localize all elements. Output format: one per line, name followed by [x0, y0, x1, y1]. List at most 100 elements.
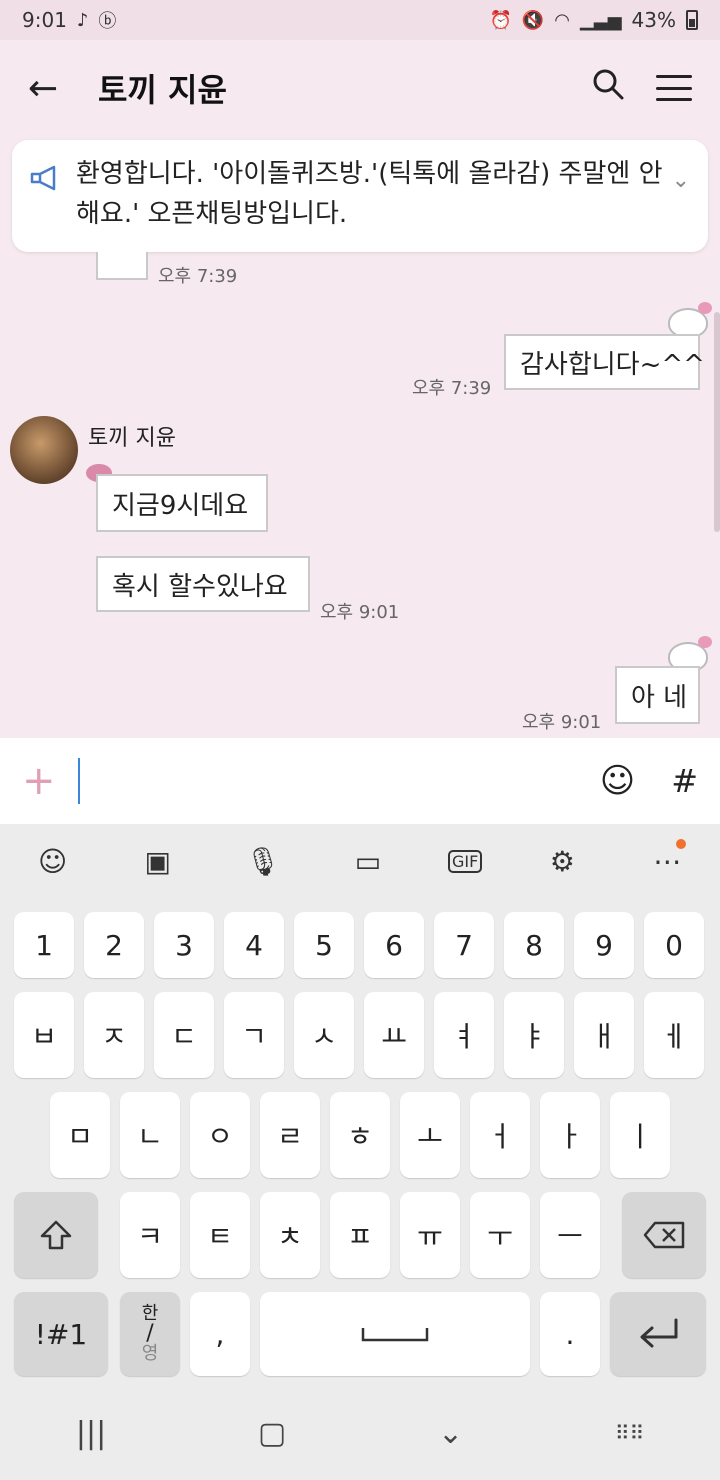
key-jamo[interactable]: ㅠ — [400, 1192, 460, 1278]
key-3[interactable]: 3 — [154, 912, 214, 978]
app-b-icon: ⓑ — [98, 11, 117, 32]
key-jamo[interactable]: ㅔ — [644, 992, 704, 1078]
battery-percent: 43% — [631, 8, 676, 32]
avatar[interactable] — [10, 416, 78, 484]
key-jamo[interactable]: ㅓ — [470, 1092, 530, 1178]
tiktok-icon: ♪ — [76, 9, 89, 31]
key-jamo[interactable]: ㅣ — [610, 1092, 670, 1178]
emoji-icon[interactable]: ☺ — [28, 845, 78, 878]
message-time: 오후 9:01 — [522, 712, 602, 733]
key-9[interactable]: 9 — [574, 912, 634, 978]
key-7[interactable]: 7 — [434, 912, 494, 978]
signal-icon: ▁▃▅ — [580, 9, 622, 31]
language-toggle-key[interactable]: 한 / 영 — [120, 1292, 180, 1376]
key-jamo[interactable]: ㅎ — [330, 1092, 390, 1178]
message-time: 오후 7:39 — [158, 266, 238, 287]
mute-icon: 🔇 — [521, 9, 545, 31]
key-jamo[interactable]: ㄷ — [154, 992, 214, 1078]
scrollbar[interactable] — [714, 312, 720, 532]
key-5[interactable]: 5 — [294, 912, 354, 978]
enter-icon — [640, 1318, 678, 1348]
key-6[interactable]: 6 — [364, 912, 424, 978]
clipboard-icon[interactable]: ▭ — [343, 845, 393, 878]
key-jamo[interactable]: ㅍ — [330, 1192, 390, 1278]
shift-key[interactable] — [14, 1192, 98, 1278]
message-input[interactable] — [80, 758, 600, 804]
more-icon[interactable]: ⋯ — [642, 838, 692, 878]
backspace-icon — [643, 1221, 685, 1249]
key-jamo[interactable]: ㅗ — [400, 1092, 460, 1178]
lang-english-label: 영 — [141, 1343, 159, 1364]
navigation-bar: ||| ▢ ⌄ ⠿⠿ — [0, 1386, 720, 1480]
chat-area[interactable]: 오후 7:39 감사합니다~^^ 오후 7:39 토끼 지윤 지금9시데요 혹시… — [0, 252, 720, 738]
message-bubble-partial[interactable] — [96, 252, 148, 280]
keyboard-hide-icon[interactable]: ⠿⠿ — [615, 1421, 644, 1445]
key-jamo[interactable]: ㅏ — [540, 1092, 600, 1178]
notice-text: 환영합니다. '아이돌퀴즈방.'(틱톡에 올라감) 주말엔 안해요.' 오픈채팅… — [76, 159, 663, 229]
chat-header: ← 토끼 지윤 — [0, 40, 720, 136]
key-jamo[interactable]: ㅌ — [190, 1192, 250, 1278]
key-jamo[interactable]: ㅅ — [294, 992, 354, 1078]
sender-name: 토끼 지윤 — [88, 426, 176, 451]
plus-icon[interactable]: + — [22, 758, 62, 804]
key-jamo[interactable]: ㅁ — [50, 1092, 110, 1178]
battery-icon — [686, 10, 698, 30]
key-jamo[interactable]: ㅈ — [84, 992, 144, 1078]
comma-key[interactable]: , — [190, 1292, 250, 1376]
status-bar: 9:01 ♪ ⓑ ⏰ 🔇 ◠ ▁▃▅ 43% — [0, 0, 720, 40]
emoji-icon[interactable]: ☺ — [600, 761, 635, 801]
key-jamo[interactable]: ㅛ — [364, 992, 424, 1078]
settings-icon[interactable]: ⚙ — [537, 845, 587, 878]
key-4[interactable]: 4 — [224, 912, 284, 978]
back-icon[interactable]: ⌄ — [438, 1416, 463, 1451]
key-jamo[interactable]: ㅂ — [14, 992, 74, 1078]
message-bubble-received[interactable]: 혹시 할수있나요 — [96, 556, 310, 612]
search-icon[interactable] — [592, 68, 624, 108]
symbols-key[interactable]: !#1 — [14, 1292, 108, 1376]
key-1[interactable]: 1 — [14, 912, 74, 978]
lang-slash: / — [146, 1321, 154, 1346]
hash-icon[interactable]: # — [671, 762, 698, 800]
notice-banner[interactable]: 환영합니다. '아이돌퀴즈방.'(틱톡에 올라감) 주말엔 안해요.' 오픈채팅… — [12, 140, 708, 252]
sticker-icon[interactable]: ▣ — [133, 845, 183, 878]
period-key[interactable]: . — [540, 1292, 600, 1376]
keyboard: 1 2 3 4 5 6 7 8 9 0 ㅂ ㅈ ㄷ ㄱ ㅅ ㅛ ㅕ ㅑ ㅐ ㅔ … — [0, 898, 720, 1386]
chat-title: 토끼 지윤 — [98, 71, 227, 109]
shift-arrow-icon — [40, 1220, 72, 1250]
key-jamo[interactable]: ㅑ — [504, 992, 564, 1078]
message-time: 오후 7:39 — [412, 378, 492, 399]
backspace-key[interactable] — [622, 1192, 706, 1278]
space-bar-icon — [361, 1328, 429, 1342]
key-jamo[interactable]: ㅊ — [260, 1192, 320, 1278]
back-arrow-icon[interactable]: ← — [28, 68, 78, 109]
key-jamo[interactable]: ㅋ — [120, 1192, 180, 1278]
key-jamo[interactable]: ㄴ — [120, 1092, 180, 1178]
key-jamo[interactable]: ㄹ — [260, 1092, 320, 1178]
key-jamo[interactable]: ㅕ — [434, 992, 494, 1078]
enter-key[interactable] — [610, 1292, 706, 1376]
status-time: 9:01 — [22, 8, 67, 32]
space-key[interactable] — [260, 1292, 530, 1376]
key-jamo[interactable]: ㅡ — [540, 1192, 600, 1278]
alarm-icon: ⏰ — [489, 9, 512, 31]
key-2[interactable]: 2 — [84, 912, 144, 978]
message-time: 오후 9:01 — [320, 602, 400, 623]
microphone-icon[interactable]: 🎙 — [238, 845, 288, 878]
chevron-down-icon[interactable]: ⌄ — [672, 168, 690, 238]
megaphone-icon — [30, 164, 70, 238]
key-jamo[interactable]: ㄱ — [224, 992, 284, 1078]
key-jamo[interactable]: ㅇ — [190, 1092, 250, 1178]
menu-icon[interactable] — [656, 75, 692, 101]
key-8[interactable]: 8 — [504, 912, 564, 978]
key-0[interactable]: 0 — [644, 912, 704, 978]
keyboard-toolbar: ☺ ▣ 🎙 ▭ GIF ⚙ ⋯ — [0, 824, 720, 898]
message-bubble-sent[interactable]: 아 네 — [615, 666, 700, 724]
message-input-bar: + ☺ # — [0, 738, 720, 824]
message-bubble-received[interactable]: 지금9시데요 — [96, 474, 268, 532]
key-jamo[interactable]: ㅜ — [470, 1192, 530, 1278]
message-bubble-sent[interactable]: 감사합니다~^^ — [504, 334, 705, 390]
key-jamo[interactable]: ㅐ — [574, 992, 634, 1078]
gif-icon[interactable]: GIF — [448, 849, 483, 873]
home-icon[interactable]: ▢ — [258, 1416, 286, 1451]
recent-apps-icon[interactable]: ||| — [76, 1416, 106, 1451]
